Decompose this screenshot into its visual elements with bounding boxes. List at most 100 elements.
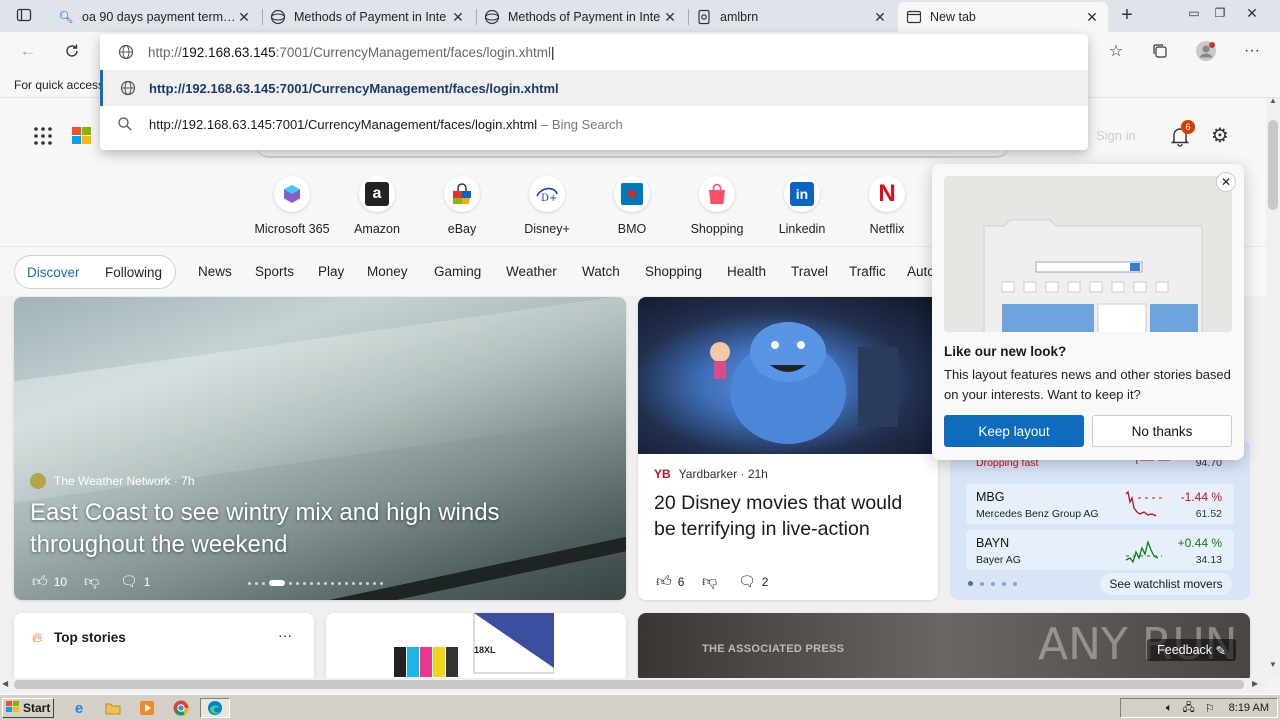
more-menu-icon[interactable]: ··· <box>1241 40 1263 62</box>
yardbarker-logo-icon: YB <box>654 467 671 481</box>
start-button[interactable]: Start <box>2 698 54 718</box>
nav-health[interactable]: Health <box>727 264 766 279</box>
nav-weather[interactable]: Weather <box>506 264 557 279</box>
close-icon[interactable]: ✕ <box>236 9 252 26</box>
close-icon[interactable]: ✕ <box>1084 9 1100 26</box>
edge-icon[interactable] <box>200 698 230 718</box>
tab-methods-1[interactable]: Methods of Payment in Inte ✕ <box>262 2 474 32</box>
suggestion-url[interactable]: http://192.168.63.145:7001/CurrencyManag… <box>100 70 1088 106</box>
quicklink-netflix[interactable]: N Netflix <box>847 176 927 236</box>
feedback-icon: ✎ <box>1215 643 1226 658</box>
see-watchlist-movers-button[interactable]: See watchlist movers <box>1100 573 1232 595</box>
restore-button[interactable]: ❐ <box>1208 2 1232 24</box>
nav-watch[interactable]: Watch <box>582 264 620 279</box>
quicklink-ebay[interactable]: eBay <box>422 176 502 236</box>
ap-story-card[interactable]: THE ASSOCIATED PRESS ANY RUN Feedback ✎ <box>638 613 1250 683</box>
carousel-indicator[interactable] <box>248 580 383 586</box>
minimize-button[interactable]: ▭ <box>1182 2 1206 24</box>
keep-layout-button[interactable]: Keep layout <box>944 415 1084 447</box>
refresh-button[interactable] <box>60 40 84 62</box>
watchlist-row-bayn[interactable]: BAYN Bayer AG +0.44 % 34.13 <box>966 530 1234 570</box>
document-icon <box>696 9 712 25</box>
top-stories-title: Top stories <box>54 630 126 645</box>
close-popup-button[interactable]: ✕ <box>1216 172 1236 192</box>
system-tray: 🔈︎ 🖧 ⚐ 8:19 AM <box>1120 698 1278 718</box>
microsoft365-icon <box>274 176 310 212</box>
volume-icon[interactable]: 🔈︎ <box>1166 702 1173 715</box>
suggestion-search[interactable]: http://192.168.63.145:7001/CurrencyManag… <box>100 106 1088 142</box>
media-player-icon[interactable] <box>136 698 158 718</box>
nav-money[interactable]: Money <box>367 264 408 279</box>
thumbs-down-icon[interactable]: 👎︎ <box>702 573 717 591</box>
like-button[interactable]: 👍︎ 6 <box>656 573 684 591</box>
security-flag-icon[interactable]: ⚐ <box>1205 702 1215 715</box>
sign-in-link[interactable]: Sign in <box>1096 128 1136 143</box>
weather-network-logo-icon <box>30 473 46 489</box>
story-title[interactable]: East Coast to see wintry mix and high wi… <box>30 497 570 561</box>
linkedin-icon: in <box>784 176 820 212</box>
watchlist-card: Dropping fast 94.70 MBG Mercedes Benz Gr… <box>950 440 1250 600</box>
quicklink-amazon[interactable]: a Amazon <box>337 176 417 236</box>
close-icon[interactable]: ✕ <box>662 9 678 26</box>
quicklink-shopping[interactable]: Shopping <box>677 176 757 236</box>
watchlist-row-mbg[interactable]: MBG Mercedes Benz Group AG -1.44 % 61.52 <box>966 484 1234 524</box>
quicklink-disney[interactable]: D+ Disney+ <box>507 176 587 236</box>
notifications-bell-icon[interactable]: 6 <box>1168 120 1195 148</box>
explorer-folder-icon[interactable] <box>102 698 124 718</box>
vertical-scrollbar[interactable]: ▲ ▼ <box>1266 96 1280 678</box>
ebay-icon <box>444 176 480 212</box>
favorites-star-icon[interactable]: ☆ <box>1105 40 1127 62</box>
back-button[interactable]: ← <box>16 40 40 62</box>
hero-story-card[interactable]: The Weather Network · 7h East Coast to s… <box>14 297 626 600</box>
ad-card[interactable]: 18XL <box>326 613 626 683</box>
nav-play[interactable]: Play <box>318 264 344 279</box>
tab-methods-2[interactable]: Methods of Payment in Inte ✕ <box>476 2 686 32</box>
collections-icon[interactable] <box>1149 40 1171 62</box>
comment-icon: 🗨︎ <box>738 573 756 589</box>
app-launcher-icon[interactable] <box>33 126 53 146</box>
story-title[interactable]: 20 Disney movies that would be terrifyin… <box>654 490 924 542</box>
tab-actions-icon[interactable] <box>12 4 36 26</box>
tab-following[interactable]: Following <box>105 265 162 280</box>
tab-discover[interactable]: Discover <box>27 265 80 280</box>
nav-news[interactable]: News <box>198 264 232 279</box>
ie-icon[interactable]: e <box>68 698 90 718</box>
no-thanks-button[interactable]: No thanks <box>1092 415 1232 447</box>
quicklink-microsoft365[interactable]: Microsoft 365 <box>252 176 332 236</box>
more-options-icon[interactable]: ··· <box>278 627 292 643</box>
nav-travel[interactable]: Travel <box>791 264 828 279</box>
like-button[interactable]: 👍︎ 10 <box>32 573 67 591</box>
quicklink-linkedin[interactable]: in Linkedin <box>762 176 842 236</box>
clock[interactable]: 8:19 AM <box>1229 702 1269 714</box>
top-stories-card[interactable]: 🔥︎ Top stories ··· <box>14 613 314 683</box>
close-icon[interactable]: ✕ <box>872 9 888 26</box>
nav-gaming[interactable]: Gaming <box>434 264 481 279</box>
chrome-icon[interactable] <box>170 698 192 718</box>
svg-text:D+: D+ <box>541 193 557 204</box>
bmo-icon <box>614 176 650 212</box>
tab-new-tab[interactable]: New tab ✕ <box>898 2 1108 32</box>
feedback-button[interactable]: Feedback ✎ <box>1147 639 1236 661</box>
settings-gear-icon[interactable]: ⚙ <box>1209 125 1231 147</box>
nav-shopping[interactable]: Shopping <box>645 264 702 279</box>
story-source: The Weather Network · 7h <box>30 473 195 489</box>
watchlist-pager[interactable] <box>968 581 1017 586</box>
comments-button[interactable]: 🗨︎ 2 <box>738 573 768 590</box>
quicklink-bmo[interactable]: BMO <box>592 176 672 236</box>
close-icon[interactable]: ✕ <box>450 9 466 26</box>
popup-body: This layout features news and other stor… <box>944 367 1231 402</box>
nav-auto[interactable]: Auto <box>907 264 935 279</box>
thumbs-down-icon[interactable]: 👎︎ <box>84 573 99 591</box>
nav-sports[interactable]: Sports <box>255 264 294 279</box>
tab-amlbrn[interactable]: amlbrn ✕ <box>688 2 896 32</box>
close-window-button[interactable]: ✕ <box>1240 2 1264 24</box>
profile-avatar[interactable] <box>1195 40 1217 62</box>
horizontal-scrollbar[interactable]: ◀ ▶ <box>0 678 1266 692</box>
comments-button[interactable]: 🗨︎ 1 <box>120 573 150 590</box>
network-icon[interactable]: 🖧 <box>1183 699 1195 718</box>
tab-search[interactable]: 🔍︎ oa 90 days payment terms - ✕ <box>50 2 260 32</box>
new-tab-button[interactable]: + <box>1115 4 1139 26</box>
address-input[interactable]: http://192.168.63.145:7001/CurrencyManag… <box>100 34 1088 70</box>
nav-traffic[interactable]: Traffic <box>849 264 886 279</box>
story-card-disney[interactable]: YB Yardbarker · 21h 20 Disney movies tha… <box>638 297 938 600</box>
